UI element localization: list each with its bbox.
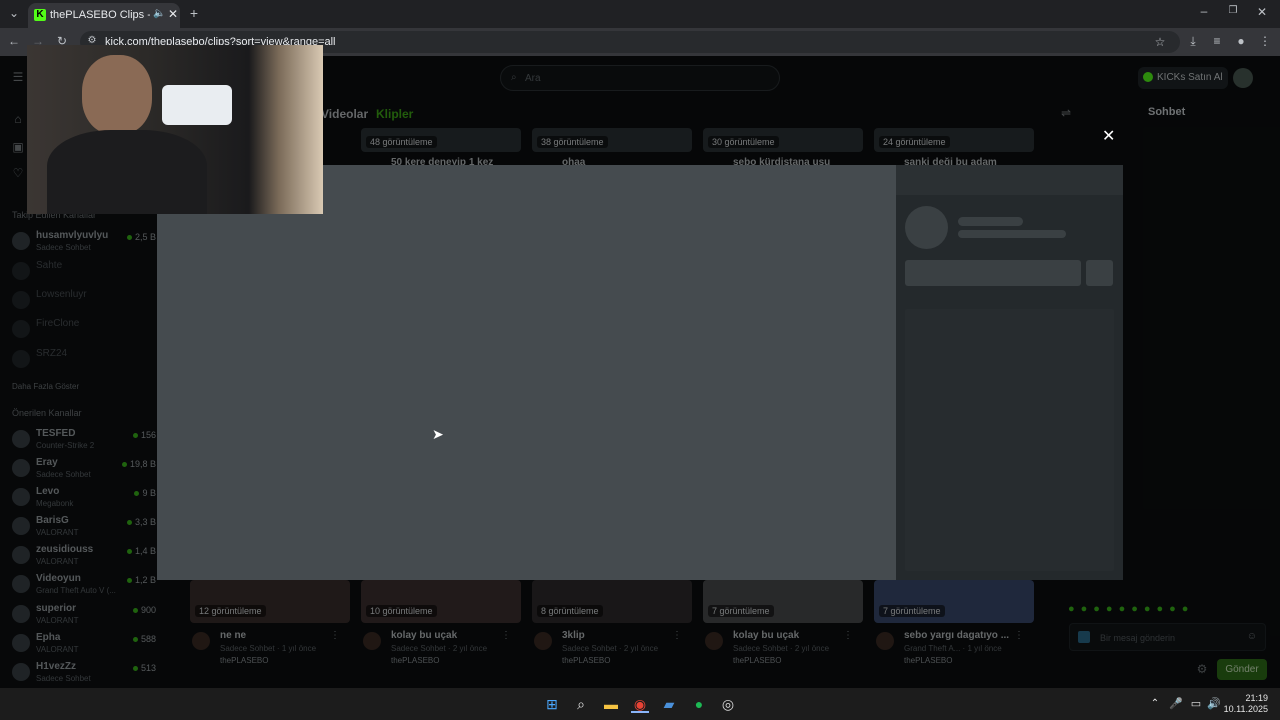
panel-header-skeleton [896,165,1123,195]
tray-chevron-icon[interactable]: ⌃ [1146,695,1164,713]
browser-tab-strip: ⌄ K thePLASEBO Clips - Watch 🔈 ✕ + – ❐ ✕ [0,0,1280,28]
action-skeleton [1086,260,1113,286]
content-skeleton [905,309,1114,571]
bookmark-star-icon[interactable]: ☆ [1152,35,1168,49]
clock-date: 10.11.2025 [1223,704,1268,714]
chair-headrest [162,85,232,125]
browser-tab[interactable]: K thePLASEBO Clips - Watch 🔈 ✕ [28,3,180,28]
avatar-skeleton [905,206,948,249]
mouse-cursor-icon: ➤ [432,426,444,442]
chrome-icon[interactable]: ◉ [631,695,649,713]
tab-title: thePLASEBO Clips - Watch [50,9,150,21]
clip-video-player[interactable] [157,165,896,580]
minimize-icon[interactable]: – [1196,4,1212,18]
webcam-overlay [27,45,323,214]
modal-close-icon[interactable]: ✕ [1102,126,1115,146]
tab-close-icon[interactable]: ✕ [168,7,178,21]
microphone-icon[interactable]: 🎤 [1167,695,1185,713]
clip-details-panel [896,165,1123,580]
file-explorer-icon[interactable]: ▬ [602,695,620,713]
clock-time: 21:19 [1245,693,1268,703]
clock[interactable]: 21:19 10.11.2025 [1224,693,1268,715]
taskbar-search-icon[interactable]: ⌕ [572,695,590,713]
person-head [82,55,152,135]
start-icon[interactable]: ⊞ [543,695,561,713]
meta-skeleton [958,230,1066,238]
network-icon[interactable]: ▭ [1187,695,1205,713]
menu-icon[interactable]: ⋮ [1257,34,1273,48]
speaker-icon[interactable]: 🔈 [153,8,165,19]
window-close-icon[interactable]: ✕ [1254,5,1270,19]
back-icon[interactable]: ← [6,34,22,48]
person-body [47,130,207,214]
restore-icon[interactable]: ❐ [1225,5,1241,16]
name-skeleton [958,217,1023,226]
steam-icon[interactable]: ◎ [719,695,737,713]
download-icon[interactable]: ⤓ [1185,34,1201,49]
media-controls-icon[interactable]: ≡ [1209,34,1225,48]
tab-search-icon[interactable]: ⌄ [6,6,22,20]
action-skeleton [905,260,1081,286]
new-tab-icon[interactable]: + [186,5,202,21]
spotify-icon[interactable]: ● [690,695,708,713]
photos-icon[interactable]: ▰ [660,695,678,713]
profile-avatar[interactable]: ● [1233,34,1249,48]
volume-icon[interactable]: 🔊 [1205,695,1223,713]
kick-favicon-icon: K [34,9,46,21]
windows-taskbar: ⊞ ⌕ ▬ ◉ ▰ ● ◎ ⌃ 🎤 ▭ 🔊 21:19 10.11.2025 [0,688,1280,720]
